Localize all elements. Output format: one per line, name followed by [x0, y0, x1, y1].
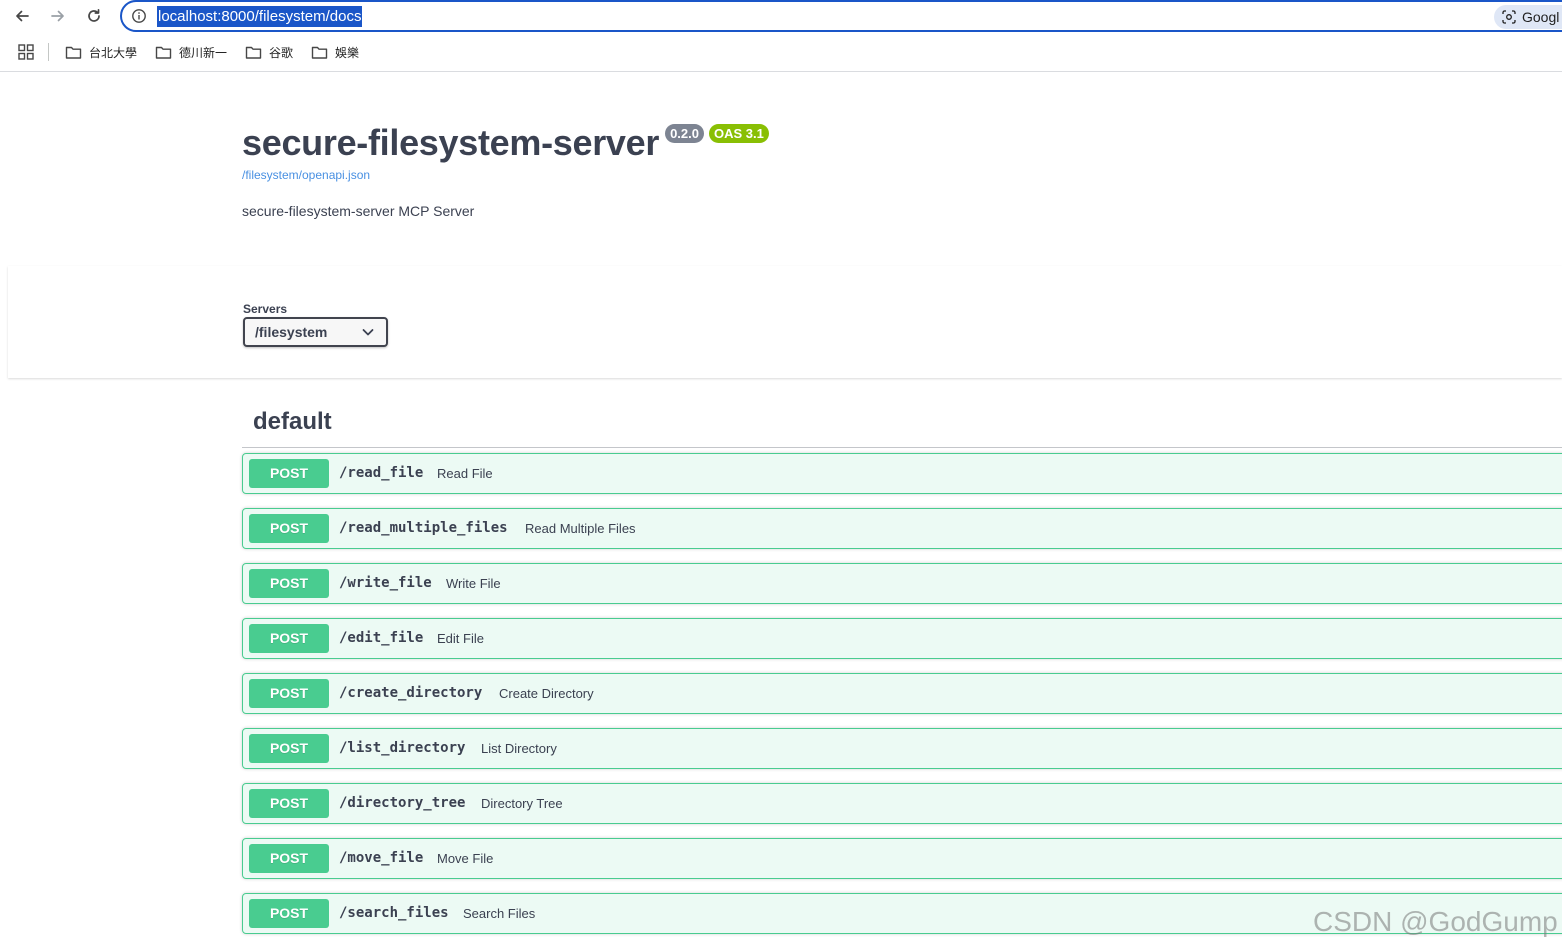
api-description: secure-filesystem-server MCP Server — [242, 203, 475, 219]
google-lens-chip[interactable]: Googl — [1494, 5, 1562, 29]
bookmark-folder[interactable]: 谷歌 — [245, 42, 293, 62]
operation-path: /search_files — [339, 905, 449, 921]
method-badge: POST — [249, 459, 329, 488]
operation-row[interactable]: POST /edit_file Edit File — [242, 618, 1562, 659]
reload-button[interactable] — [81, 3, 107, 29]
operation-summary: Write File — [446, 576, 501, 591]
operation-row[interactable]: POST /list_directory List Directory — [242, 728, 1562, 769]
bookmark-label: 台北大學 — [89, 45, 138, 60]
api-info: secure-filesystem-server 0.2.0 OAS 3.1 /… — [242, 118, 942, 219]
bookmark-label: 谷歌 — [269, 45, 294, 60]
operation-row[interactable]: POST /read_multiple_files Read Multiple … — [242, 508, 1562, 549]
arrow-left-icon — [16, 10, 29, 22]
operation-summary: Read File — [437, 466, 493, 481]
bookmark-folder[interactable]: 台北大學 — [65, 42, 137, 62]
operation-path: /read_file — [339, 465, 424, 481]
folder-icon — [155, 46, 172, 59]
operation-summary: Read Multiple Files — [525, 521, 636, 536]
version-badge: 0.2.0 — [665, 124, 704, 143]
back-button[interactable] — [9, 3, 35, 29]
title-row: secure-filesystem-server 0.2.0 OAS 3.1 — [242, 118, 942, 168]
operation-summary: Edit File — [437, 631, 484, 646]
lens-chip-label: Googl — [1522, 9, 1560, 25]
method-badge: POST — [249, 844, 329, 873]
bookmarks-separator — [48, 43, 49, 61]
openapi-json-link[interactable]: /filesystem/openapi.json — [242, 168, 370, 182]
operation-summary: Move File — [437, 851, 494, 866]
operation-path: /list_directory — [339, 740, 466, 756]
operation-summary: Directory Tree — [481, 796, 563, 811]
oas-badge: OAS 3.1 — [709, 124, 769, 143]
csdn-watermark: CSDN @GodGump — [1313, 906, 1558, 937]
operation-path: /write_file — [339, 575, 432, 591]
operation-path: /move_file — [339, 850, 424, 866]
operation-row[interactable]: POST /directory_tree Directory Tree — [242, 783, 1562, 824]
method-badge: POST — [249, 514, 329, 543]
folder-icon — [65, 46, 82, 59]
folder-icon — [311, 46, 328, 59]
server-selected-value: /filesystem — [255, 324, 328, 340]
tag-heading[interactable]: default — [242, 400, 1562, 448]
method-badge: POST — [249, 679, 329, 708]
site-info-icon[interactable] — [131, 8, 147, 24]
bookmark-label: 德川新一 — [179, 45, 228, 60]
method-badge: POST — [249, 569, 329, 598]
operation-path: /directory_tree — [339, 795, 466, 811]
url-text[interactable]: localhost:8000/filesystem/docs — [157, 6, 363, 27]
operation-path: /create_directory — [339, 685, 483, 701]
folder-icon — [245, 46, 262, 59]
method-badge: POST — [249, 789, 329, 818]
operation-row[interactable]: POST /move_file Move File — [242, 838, 1562, 879]
bookmark-folder[interactable]: 德川新一 — [155, 42, 227, 62]
tag-section-default: default POST /read_file Read File POST /… — [242, 400, 1562, 934]
page-title: secure-filesystem-server — [242, 122, 660, 163]
browser-toolbar: localhost:8000/filesystem/docs Googl — [0, 0, 1562, 32]
operation-path: /edit_file — [339, 630, 424, 646]
method-badge: POST — [249, 624, 329, 653]
operation-row[interactable]: POST /write_file Write File — [242, 563, 1562, 604]
operation-summary: List Directory — [481, 741, 557, 756]
servers-section: Servers /filesystem — [8, 266, 1562, 378]
servers-label: Servers — [243, 302, 288, 316]
operation-path: /read_multiple_files — [339, 520, 508, 536]
operation-row[interactable]: POST /create_directory Create Directory — [242, 673, 1562, 714]
chevron-down-icon — [362, 329, 374, 336]
bookmark-folder[interactable]: 娛樂 — [311, 42, 359, 62]
forward-button[interactable] — [45, 3, 71, 29]
server-select[interactable]: /filesystem — [243, 317, 388, 347]
address-bar[interactable]: localhost:8000/filesystem/docs Googl — [120, 0, 1562, 32]
method-badge: POST — [249, 899, 329, 928]
lens-icon — [1502, 10, 1516, 24]
apps-grid-icon[interactable] — [18, 44, 34, 60]
operation-summary: Create Directory — [499, 686, 594, 701]
operation-summary: Search Files — [463, 906, 536, 921]
method-badge: POST — [249, 734, 329, 763]
arrow-right-icon — [51, 10, 64, 22]
bookmarks-bar: 台北大學 德川新一 谷歌 娛樂 — [0, 33, 1562, 72]
bookmark-label: 娛樂 — [335, 45, 360, 60]
reload-icon — [88, 8, 100, 22]
operation-row[interactable]: POST /read_file Read File — [242, 453, 1562, 494]
